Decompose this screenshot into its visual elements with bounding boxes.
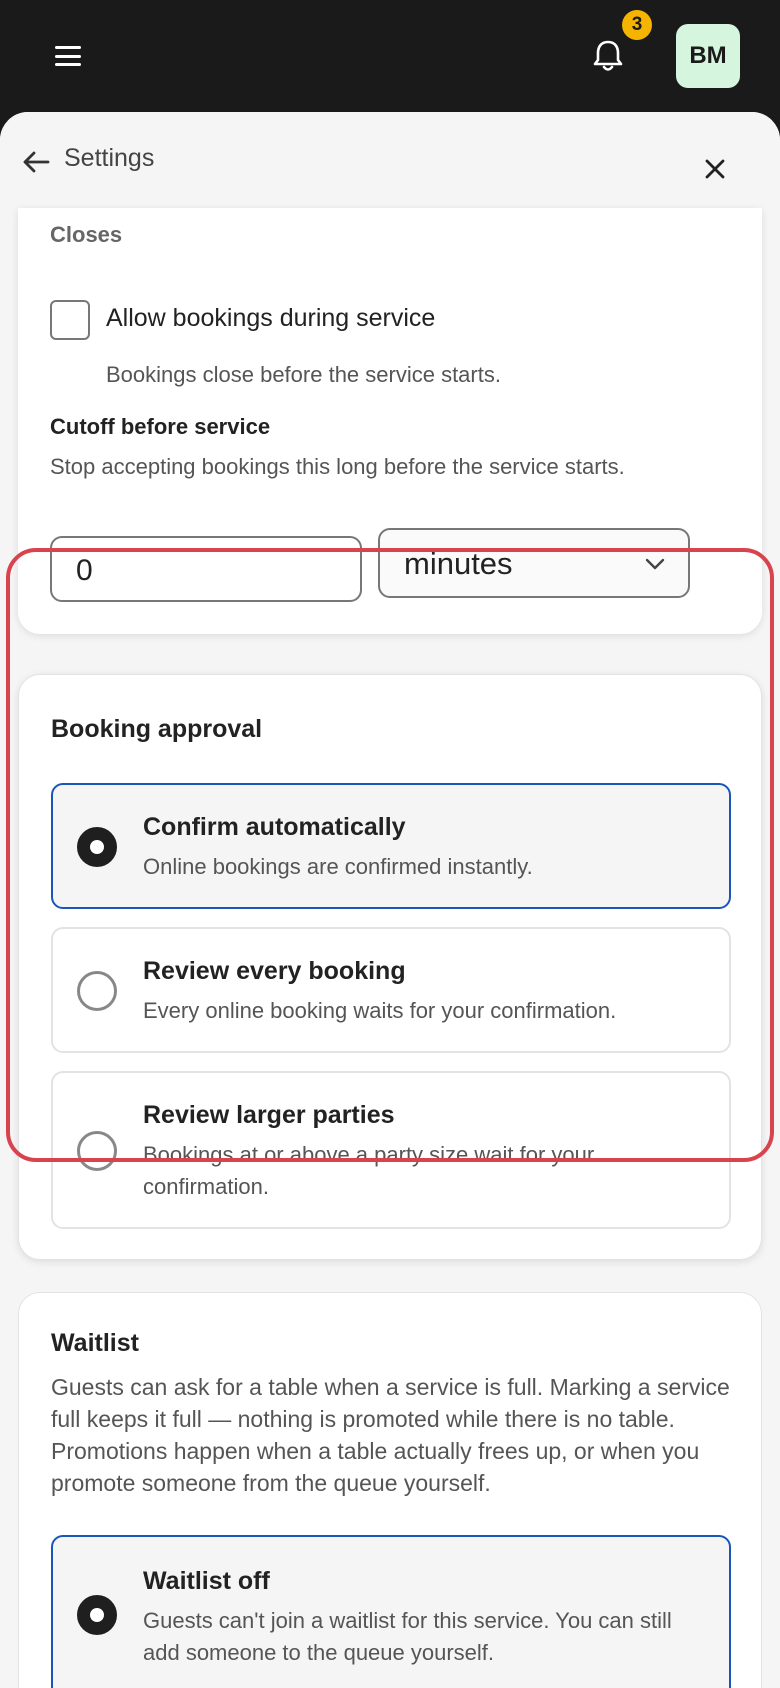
allow-bookings-checkbox[interactable]: [50, 300, 90, 340]
waitlist-card: Waitlist Guests can ask for a table when…: [18, 1292, 762, 1688]
option-description: Online bookings are confirmed instantly.: [143, 854, 533, 879]
radio-review-every-booking[interactable]: [77, 971, 117, 1011]
cutoff-heading: Cutoff before service: [50, 414, 271, 439]
cutoff-value-input[interactable]: 0: [50, 536, 362, 602]
hamburger-icon[interactable]: [52, 42, 84, 70]
chevron-down-icon: [645, 558, 665, 570]
radio-confirm-automatically[interactable]: [77, 827, 117, 867]
option-confirm-automatically[interactable]: Confirm automatically Online bookings ar…: [51, 783, 731, 909]
close-icon[interactable]: [700, 154, 730, 184]
notification-badge: 3: [622, 10, 652, 40]
option-title: Waitlist off: [143, 1567, 270, 1595]
waitlist-description: Guests can ask for a table when a servic…: [51, 1374, 730, 1496]
option-description: Bookings at or above a party size wait f…: [143, 1142, 595, 1199]
cutoff-unit-select[interactable]: minutes: [378, 528, 690, 598]
cutoff-help: Stop accepting bookings this long before…: [50, 454, 625, 479]
panel-header: Settings: [0, 112, 780, 208]
closes-card: Closes Allow bookings during service Boo…: [18, 208, 762, 634]
bell-icon[interactable]: [588, 36, 628, 76]
allow-bookings-help: Bookings close before the service starts…: [106, 362, 501, 387]
avatar[interactable]: BM: [676, 24, 740, 88]
option-description: Guests can't join a waitlist for this se…: [143, 1608, 672, 1665]
arrow-left-icon[interactable]: [20, 146, 52, 178]
option-waitlist-off[interactable]: Waitlist off Guests can't join a waitlis…: [51, 1535, 731, 1688]
option-review-larger-parties[interactable]: Review larger parties Bookings at or abo…: [51, 1071, 731, 1229]
settings-panel: Settings Closes Allow bookings during se…: [0, 112, 780, 1688]
top-app-bar: 3 BM: [0, 0, 780, 112]
option-title: Review larger parties: [143, 1101, 395, 1129]
option-review-every-booking[interactable]: Review every booking Every online bookin…: [51, 927, 731, 1053]
closes-heading: Closes: [50, 222, 123, 247]
cutoff-unit-value: minutes: [404, 546, 513, 581]
radio-review-larger-parties[interactable]: [77, 1131, 117, 1171]
option-title: Confirm automatically: [143, 813, 406, 841]
booking-approval-card: Booking approval Confirm automatically O…: [18, 674, 762, 1260]
option-title: Review every booking: [143, 957, 406, 985]
page-title: Settings: [64, 144, 155, 172]
allow-bookings-label: Allow bookings during service: [106, 304, 436, 332]
option-description: Every online booking waits for your conf…: [143, 998, 617, 1023]
radio-waitlist-off[interactable]: [77, 1595, 117, 1635]
booking-approval-heading: Booking approval: [51, 715, 263, 743]
waitlist-heading: Waitlist: [51, 1329, 139, 1357]
